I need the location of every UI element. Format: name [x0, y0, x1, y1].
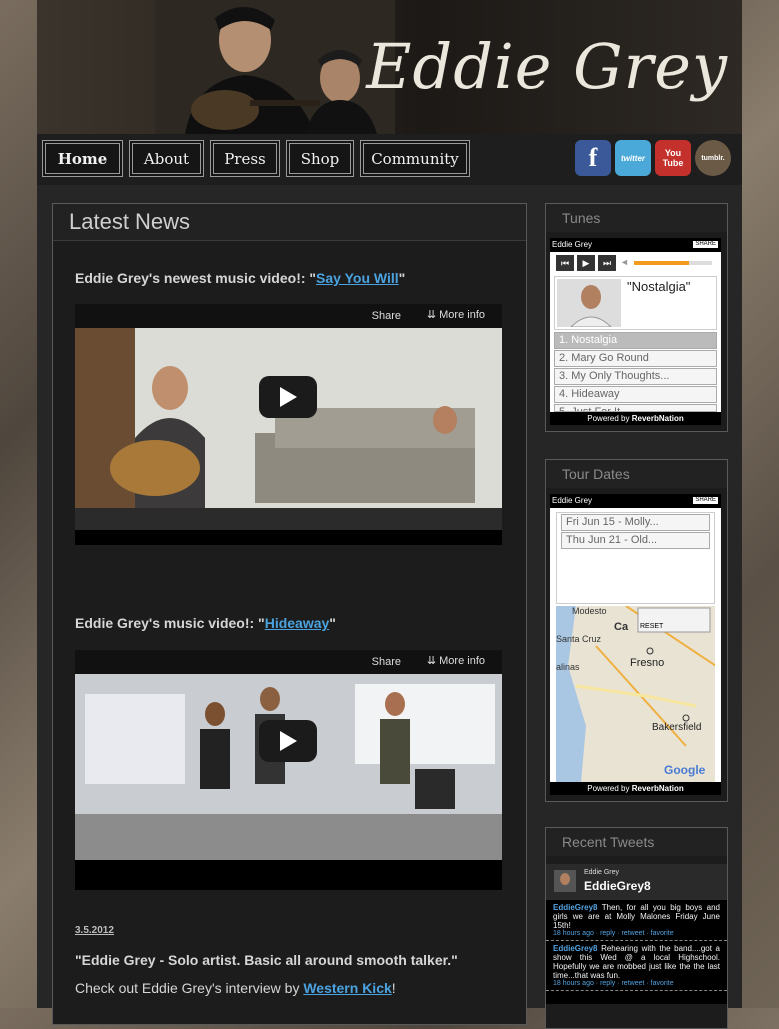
music-player-widget[interactable]: Eddie Grey SHARE ⏮ ▶ ⏭ ◄ "Nostalgia" 1. …	[550, 238, 721, 425]
twitter-icon[interactable]: twitter	[615, 140, 651, 176]
play-icon	[280, 731, 297, 751]
video-say-you-will[interactable]: Share ⇊ More info	[75, 304, 502, 545]
tunes-panel: Tunes Eddie Grey SHARE ⏮ ▶ ⏭ ◄ "Nostalgi…	[545, 203, 728, 432]
site-logo[interactable]: Eddie Grey	[366, 30, 728, 103]
tour-dates-title: Tour Dates	[546, 460, 727, 488]
twitter-widget: Eddie Grey EddieGrey8 EddieGrey8 Then, f…	[546, 864, 727, 1004]
previous-icon[interactable]: ⏮	[556, 255, 574, 271]
video-share-button[interactable]: Share	[372, 310, 401, 322]
tour-date-list: Fri Jun 15 - Molly... Thu Jun 21 - Old..…	[556, 512, 715, 604]
twitter-profile: Eddie Grey EddieGrey8	[546, 864, 727, 900]
volume-slider[interactable]	[634, 261, 712, 265]
tour-dates-widget[interactable]: Eddie Grey SHARE Fri Jun 15 - Molly... T…	[550, 494, 721, 795]
video-share-button[interactable]: Share	[372, 656, 401, 668]
facebook-icon[interactable]: f	[575, 140, 611, 176]
tweet-item: EddieGrey8 Rehearing with the band....go…	[546, 941, 727, 991]
tweet-meta[interactable]: 18 hours ago · reply · retweet · favorit…	[553, 930, 720, 937]
hideaway-link[interactable]: Hideaway	[265, 615, 330, 631]
svg-text:Santa Cruz: Santa Cruz	[556, 634, 602, 644]
tour-date-item[interactable]: Thu Jun 21 - Old...	[561, 532, 710, 549]
svg-text:Modesto: Modesto	[572, 606, 607, 616]
video-toolbar: Share ⇊ More info	[75, 650, 502, 674]
interview-text: Check out Eddie Grey's interview by West…	[75, 980, 396, 996]
western-kick-link[interactable]: Western Kick	[303, 980, 391, 996]
svg-text:Fresno: Fresno	[630, 657, 664, 669]
tumblr-icon[interactable]: tumblr.	[695, 140, 731, 176]
recent-tweets-title: Recent Tweets	[546, 828, 727, 856]
tour-dates-panel: Tour Dates Eddie Grey SHARE Fri Jun 15 -…	[545, 459, 728, 802]
player-header: Eddie Grey SHARE	[550, 238, 721, 252]
tweet-meta[interactable]: 18 hours ago · reply · retweet · favorit…	[553, 980, 720, 987]
post-quote: "Eddie Grey - Solo artist. Basic all aro…	[75, 952, 458, 968]
twitter-handle[interactable]: EddieGrey8	[584, 879, 651, 893]
player-share-button[interactable]: SHARE	[693, 241, 718, 248]
twitter-avatar	[554, 870, 576, 892]
svg-text:RESET: RESET	[640, 623, 664, 630]
twitter-name: Eddie Grey	[584, 869, 620, 876]
play-icon	[280, 387, 297, 407]
tour-map[interactable]: Modesto Ca Santa Cruz alinas Fresno Bake…	[556, 606, 715, 782]
volume-icon[interactable]: ◄	[620, 257, 629, 267]
video-thumbnail	[75, 328, 502, 530]
nav-about[interactable]: About	[129, 140, 204, 177]
post-date[interactable]: 3.5.2012	[75, 925, 114, 936]
album-art	[557, 279, 621, 327]
tweet-user[interactable]: EddieGrey8	[553, 903, 597, 912]
now-playing: "Nostalgia"	[554, 276, 717, 330]
svg-text:Ca: Ca	[614, 621, 629, 633]
tour-widget-header: Eddie Grey SHARE	[550, 494, 721, 508]
tracklist: 1. Nostalgia 2. Mary Go Round 3. My Only…	[550, 332, 721, 412]
nav-shop[interactable]: Shop	[286, 140, 354, 177]
svg-text:Bakersfield: Bakersfield	[652, 722, 701, 733]
site-header: Eddie Grey	[37, 0, 742, 134]
track-item[interactable]: 5. Just For It	[554, 404, 717, 412]
recent-tweets-panel: Recent Tweets Eddie Grey EddieGrey8 Eddi…	[545, 827, 728, 1029]
play-icon[interactable]: ▶	[577, 255, 595, 271]
tweet-user[interactable]: EddieGrey8	[553, 944, 597, 953]
video-play-button[interactable]	[259, 376, 317, 418]
youtube-icon[interactable]: You Tube	[655, 140, 691, 176]
tweet-item: EddieGrey8 Then, for all you big boys an…	[546, 900, 727, 941]
nav-community[interactable]: Community	[360, 140, 470, 177]
page-container: Eddie Grey Home About Press Shop Communi…	[37, 0, 742, 1029]
video-more-info-button[interactable]: ⇊ More info	[427, 308, 485, 321]
track-item[interactable]: 1. Nostalgia	[554, 332, 717, 349]
player-controls: ⏮ ▶ ⏭ ◄	[550, 252, 721, 274]
say-you-will-link[interactable]: Say You Will	[316, 270, 399, 286]
tour-share-button[interactable]: SHARE	[693, 497, 718, 504]
next-icon[interactable]: ⏭	[598, 255, 616, 271]
nav-home[interactable]: Home	[42, 140, 123, 177]
powered-by[interactable]: Powered by ReverbNation	[550, 782, 721, 795]
post-title-2: Eddie Grey's music video!: "Hideaway"	[75, 615, 336, 631]
latest-news-panel: Latest News Eddie Grey's newest music vi…	[52, 203, 527, 1025]
track-item[interactable]: 2. Mary Go Round	[554, 350, 717, 367]
video-thumbnail	[75, 674, 502, 860]
svg-text:alinas: alinas	[556, 662, 580, 672]
video-toolbar: Share ⇊ More info	[75, 304, 502, 328]
video-hideaway[interactable]: Share ⇊ More info	[75, 650, 502, 890]
latest-news-title: Latest News	[69, 209, 191, 234]
main-nav: Home About Press Shop Community f twitte…	[37, 134, 742, 185]
latest-news-header: Latest News	[53, 204, 526, 241]
svg-text:Google: Google	[664, 763, 706, 777]
video-more-info-button[interactable]: ⇊ More info	[427, 654, 485, 667]
powered-by[interactable]: Powered by ReverbNation	[550, 412, 721, 425]
tour-date-item[interactable]: Fri Jun 15 - Molly...	[561, 514, 710, 531]
nav-press[interactable]: Press	[210, 140, 280, 177]
now-playing-title: "Nostalgia"	[627, 279, 691, 294]
video-play-button[interactable]	[259, 720, 317, 762]
track-item[interactable]: 3. My Only Thoughts...	[554, 368, 717, 385]
band-photo	[155, 0, 395, 134]
post-title-1: Eddie Grey's newest music video!: "Say Y…	[75, 270, 406, 286]
tunes-title: Tunes	[546, 204, 727, 232]
track-item[interactable]: 4. Hideaway	[554, 386, 717, 403]
